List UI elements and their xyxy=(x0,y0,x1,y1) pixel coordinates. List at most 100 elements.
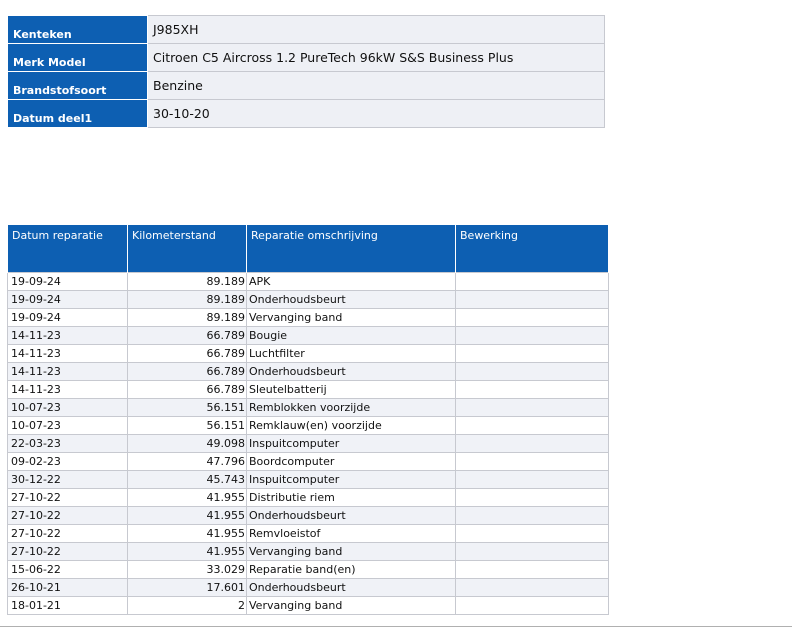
repair-date-cell: 19-09-24 xyxy=(7,272,128,291)
mileage-cell: 17.601 xyxy=(127,578,247,597)
table-row: 22-03-23 49.098 Inspuitcomputer xyxy=(7,434,609,453)
action-cell xyxy=(455,416,609,435)
mileage-cell: 56.151 xyxy=(127,416,247,435)
mileage-cell: 66.789 xyxy=(127,380,247,399)
repair-date-cell: 09-02-23 xyxy=(7,452,128,471)
table-row: 27-10-22 41.955 Distributie riem xyxy=(7,488,609,507)
vehicle-info-label: Datum deel1 xyxy=(7,99,148,128)
action-cell xyxy=(455,470,609,489)
mileage-cell: 47.796 xyxy=(127,452,247,471)
table-row: 19-09-24 89.189 Vervanging band xyxy=(7,308,609,327)
mileage-cell: 33.029 xyxy=(127,560,247,579)
table-row: 30-12-22 45.743 Inspuitcomputer xyxy=(7,470,609,489)
table-row: 19-09-24 89.189 Onderhoudsbeurt xyxy=(7,290,609,309)
description-cell: APK xyxy=(246,272,456,291)
description-cell: Distributie riem xyxy=(246,488,456,507)
description-cell: Vervanging band xyxy=(246,542,456,561)
column-header-mileage: Kilometerstand xyxy=(127,225,247,273)
table-row: 14-11-23 66.789 Bougie xyxy=(7,326,609,345)
mileage-cell: 49.098 xyxy=(127,434,247,453)
table-row: 19-09-24 89.189 APK xyxy=(7,272,609,291)
action-cell xyxy=(455,596,609,615)
action-cell xyxy=(455,434,609,453)
table-row: 27-10-22 41.955 Vervanging band xyxy=(7,542,609,561)
registration-date-value: 30-10-20 xyxy=(147,99,605,128)
table-row: 15-06-22 33.029 Reparatie band(en) xyxy=(7,560,609,579)
vehicle-info-label: Kenteken xyxy=(7,15,148,44)
repair-date-cell: 19-09-24 xyxy=(7,290,128,309)
action-cell xyxy=(455,290,609,309)
description-cell: Inspuitcomputer xyxy=(246,434,456,453)
vehicle-info-label: Merk Model xyxy=(7,43,148,72)
description-cell: Onderhoudsbeurt xyxy=(246,290,456,309)
vehicle-info-row: Kenteken J985XH xyxy=(7,15,605,44)
license-plate-value: J985XH xyxy=(147,15,605,44)
column-header-description: Reparatie omschrijving xyxy=(246,225,456,273)
repair-date-cell: 14-11-23 xyxy=(7,326,128,345)
repair-date-cell: 10-07-23 xyxy=(7,416,128,435)
action-cell xyxy=(455,578,609,597)
repair-date-cell: 30-12-22 xyxy=(7,470,128,489)
table-row: 14-11-23 66.789 Onderhoudsbeurt xyxy=(7,362,609,381)
mileage-cell: 41.955 xyxy=(127,524,247,543)
page-bottom-divider xyxy=(0,626,792,627)
action-cell xyxy=(455,506,609,525)
action-cell xyxy=(455,362,609,381)
description-cell: Sleutelbatterij xyxy=(246,380,456,399)
mileage-cell: 45.743 xyxy=(127,470,247,489)
repair-date-cell: 19-09-24 xyxy=(7,308,128,327)
description-cell: Luchtfilter xyxy=(246,344,456,363)
table-row: 18-01-21 2 Vervanging band xyxy=(7,596,609,615)
table-row: 14-11-23 66.789 Luchtfilter xyxy=(7,344,609,363)
description-cell: Vervanging band xyxy=(246,308,456,327)
description-cell: Onderhoudsbeurt xyxy=(246,506,456,525)
repair-date-cell: 27-10-22 xyxy=(7,542,128,561)
table-row: 10-07-23 56.151 Remklauw(en) voorzijde xyxy=(7,416,609,435)
repair-date-cell: 18-01-21 xyxy=(7,596,128,615)
repair-rows: 19-09-24 89.189 APK 19-09-24 89.189 Onderhoud… xyxy=(7,272,609,615)
table-row: 14-11-23 66.789 Sleutelbatterij xyxy=(7,380,609,399)
mileage-cell: 89.189 xyxy=(127,272,247,291)
description-cell: Onderhoudsbeurt xyxy=(246,362,456,381)
repair-date-cell: 14-11-23 xyxy=(7,362,128,381)
action-cell xyxy=(455,398,609,417)
mileage-cell: 41.955 xyxy=(127,542,247,561)
mileage-cell: 2 xyxy=(127,596,247,615)
description-cell: Bougie xyxy=(246,326,456,345)
action-cell xyxy=(455,344,609,363)
repair-date-cell: 10-07-23 xyxy=(7,398,128,417)
mileage-cell: 89.189 xyxy=(127,290,247,309)
table-row: 26-10-21 17.601 Onderhoudsbeurt xyxy=(7,578,609,597)
repair-date-cell: 27-10-22 xyxy=(7,506,128,525)
description-cell: Boordcomputer xyxy=(246,452,456,471)
vehicle-info-table: Kenteken J985XH Merk Model Citroen C5 Ai… xyxy=(7,15,605,128)
mileage-cell: 66.789 xyxy=(127,326,247,345)
action-cell xyxy=(455,272,609,291)
description-cell: Remvloeistof xyxy=(246,524,456,543)
mileage-cell: 41.955 xyxy=(127,506,247,525)
repair-date-cell: 27-10-22 xyxy=(7,524,128,543)
repair-date-cell: 14-11-23 xyxy=(7,344,128,363)
description-cell: Reparatie band(en) xyxy=(246,560,456,579)
column-header-date: Datum reparatie xyxy=(7,225,128,273)
action-cell xyxy=(455,452,609,471)
table-row: 09-02-23 47.796 Boordcomputer xyxy=(7,452,609,471)
vehicle-info-label: Brandstofsoort xyxy=(7,71,148,100)
action-cell xyxy=(455,380,609,399)
mileage-cell: 89.189 xyxy=(127,308,247,327)
action-cell xyxy=(455,542,609,561)
repair-date-cell: 15-06-22 xyxy=(7,560,128,579)
repair-header-row: Datum reparatie Kilometerstand Reparatie… xyxy=(7,225,609,273)
mileage-cell: 66.789 xyxy=(127,344,247,363)
repair-history-table: Datum reparatie Kilometerstand Reparatie… xyxy=(7,225,609,615)
action-cell xyxy=(455,308,609,327)
make-model-value: Citroen C5 Aircross 1.2 PureTech 96kW S&… xyxy=(147,43,605,72)
vehicle-info-row: Merk Model Citroen C5 Aircross 1.2 PureT… xyxy=(7,43,605,72)
repair-date-cell: 26-10-21 xyxy=(7,578,128,597)
mileage-cell: 41.955 xyxy=(127,488,247,507)
vehicle-info-row: Datum deel1 30-10-20 xyxy=(7,99,605,128)
description-cell: Onderhoudsbeurt xyxy=(246,578,456,597)
column-header-action: Bewerking xyxy=(455,225,609,273)
action-cell xyxy=(455,488,609,507)
vehicle-info-row: Brandstofsoort Benzine xyxy=(7,71,605,100)
